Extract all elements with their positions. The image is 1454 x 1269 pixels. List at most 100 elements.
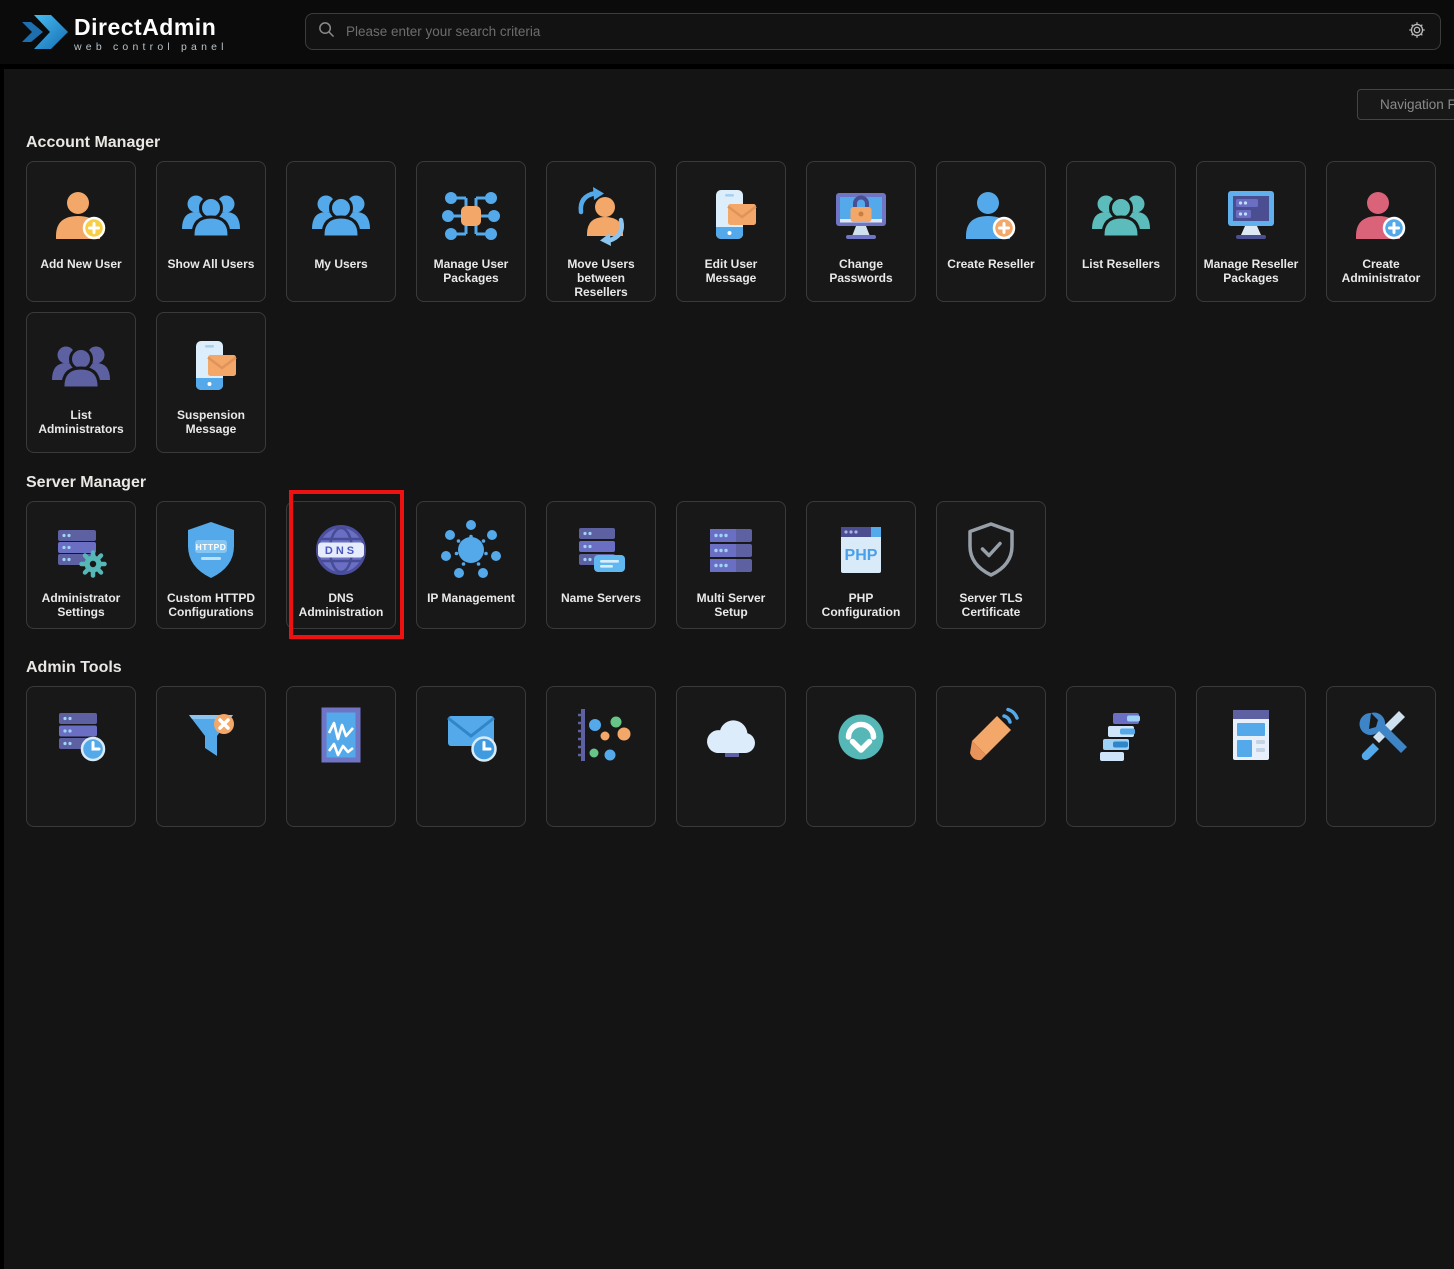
tile-label: Edit User Message (677, 257, 785, 285)
users-purple-icon (49, 335, 113, 399)
tile-filter-x[interactable] (156, 686, 266, 827)
logo-chevrons-icon (22, 11, 68, 58)
ip-network-icon (439, 518, 503, 582)
tile-multi-server-setup[interactable]: Multi Server Setup (676, 501, 786, 629)
search-input[interactable] (344, 23, 1397, 40)
tile-dns-administration[interactable]: DNS DNS Administration (286, 501, 396, 629)
svg-text:DNS: DNS (325, 545, 357, 557)
tile-edit-user-message[interactable]: Edit User Message (676, 161, 786, 302)
users-blue-icon (309, 184, 373, 248)
tile-label: Create Administrator (1327, 257, 1435, 285)
tile-php-configuration[interactable]: PHP PHP Configuration (806, 501, 916, 629)
tools-cross-icon (1349, 703, 1413, 767)
tile-label: List Resellers (1078, 257, 1164, 271)
search-settings-button[interactable] (1406, 19, 1428, 44)
shield-check-icon (959, 518, 1023, 582)
restore-circle-icon (829, 703, 893, 767)
tile-server-tls-certificate[interactable]: Server TLS Certificate (936, 501, 1046, 629)
tile-stats-scatter[interactable] (546, 686, 656, 827)
tile-show-all-users[interactable]: Show All Users (156, 161, 266, 302)
tile-cascade-panes[interactable] (1066, 686, 1176, 827)
svg-text:PHP: PHP (845, 547, 878, 564)
layout-window-icon (1219, 703, 1283, 767)
tile-manage-user-packages[interactable]: Manage User Packages (416, 161, 526, 302)
mail-clock-icon (439, 703, 503, 767)
server-manager-title: Server Manager (26, 473, 1454, 493)
megaphone-icon (959, 703, 1023, 767)
tile-cloud[interactable] (676, 686, 786, 827)
cascade-panes-icon (1089, 703, 1153, 767)
tile-label: Change Passwords (807, 257, 915, 285)
packages-network-icon (439, 184, 503, 248)
tile-label: Server TLS Certificate (937, 591, 1045, 619)
phone-message-icon (179, 335, 243, 399)
global-search-bar (305, 13, 1441, 50)
tile-label: Manage Reseller Packages (1197, 257, 1305, 285)
tile-label: PHP Configuration (807, 591, 915, 619)
admin-tools-title: Admin Tools (26, 658, 1454, 678)
account-manager-title: Account Manager (26, 133, 1454, 153)
user-add-orange-icon (49, 184, 113, 248)
tile-label: Show All Users (164, 257, 259, 271)
servers-gear-icon (49, 518, 113, 582)
tile-tools-cross[interactable] (1326, 686, 1436, 827)
tile-list-resellers[interactable]: List Resellers (1066, 161, 1176, 302)
main-panel: Account Manager Add New User Show All User… (4, 69, 1454, 1269)
tile-change-passwords[interactable]: Change Passwords (806, 161, 916, 302)
tile-add-new-user[interactable]: Add New User (26, 161, 136, 302)
filter-x-icon (179, 703, 243, 767)
tile-row: Add New User Show All Users My Users Manage… (26, 161, 1454, 302)
logo-text: DirectAdmin web control panel (74, 16, 228, 53)
main-content: Account Manager Add New User Show All User… (4, 69, 1454, 827)
tile-servers-clock[interactable] (26, 686, 136, 827)
tile-label: DNS Administration (287, 591, 395, 619)
gear-icon (1408, 21, 1426, 42)
svg-text:HTTPD: HTTPD (196, 542, 227, 552)
tile-manage-reseller-packages[interactable]: Manage Reseller Packages (1196, 161, 1306, 302)
tile-label: Move Users between Resellers (547, 257, 655, 299)
tile-megaphone[interactable] (936, 686, 1046, 827)
tile-label: Name Servers (557, 591, 645, 605)
user-add-pink-icon (1349, 184, 1413, 248)
account-manager-section: Account Manager Add New User Show All User… (26, 133, 1454, 453)
tile-create-reseller[interactable]: Create Reseller (936, 161, 1046, 302)
directadmin-logo[interactable]: DirectAdmin web control panel (22, 11, 228, 58)
tile-label: Custom HTTPD Configurations (157, 591, 265, 619)
tile-mail-clock[interactable] (416, 686, 526, 827)
tile-custom-httpd-configurations[interactable]: HTTPD Custom HTTPD Configurations (156, 501, 266, 629)
tile-suspension-message[interactable]: Suspension Message (156, 312, 266, 453)
cloud-icon (699, 703, 763, 767)
tile-name-servers[interactable]: Name Servers (546, 501, 656, 629)
tile-label: IP Management (423, 591, 519, 605)
stats-scatter-icon (569, 703, 633, 767)
users-blue-icon (179, 184, 243, 248)
tile-create-administrator[interactable]: Create Administrator (1326, 161, 1436, 302)
tile-label: Add New User (36, 257, 125, 271)
tile-label: Administrator Settings (27, 591, 135, 619)
tile-restore-circle[interactable] (806, 686, 916, 827)
tile-row (26, 686, 1454, 827)
tile-label: Multi Server Setup (677, 591, 785, 619)
tile-list-administrators[interactable]: List Administrators (26, 312, 136, 453)
brand-tagline: web control panel (74, 42, 228, 53)
tile-monitor-wave[interactable] (286, 686, 396, 827)
tile-move-users-between-resellers[interactable]: Move Users between Resellers (546, 161, 656, 302)
tile-administrator-settings[interactable]: Administrator Settings (26, 501, 136, 629)
servers-label-icon (569, 518, 633, 582)
search-icon (318, 21, 335, 43)
tile-label: List Administrators (27, 408, 135, 436)
tile-my-users[interactable]: My Users (286, 161, 396, 302)
server-manager-section: Server Manager Administrator Settings HTTP… (26, 473, 1454, 629)
tile-row: Administrator Settings HTTPD Custom HTTPD … (26, 501, 1454, 629)
tile-label: Manage User Packages (417, 257, 525, 285)
brand-name: DirectAdmin (74, 16, 228, 39)
tile-layout-window[interactable] (1196, 686, 1306, 827)
tile-label: Create Reseller (943, 257, 1038, 271)
tile-label: My Users (310, 257, 371, 271)
top-header-bar: DirectAdmin web control panel (0, 0, 1454, 64)
tile-ip-management[interactable]: IP Management (416, 501, 526, 629)
admin-tools-section: Admin Tools (26, 658, 1454, 827)
monitor-wave-icon (309, 703, 373, 767)
move-users-icon (569, 184, 633, 248)
globe-dns-icon: DNS (309, 518, 373, 582)
